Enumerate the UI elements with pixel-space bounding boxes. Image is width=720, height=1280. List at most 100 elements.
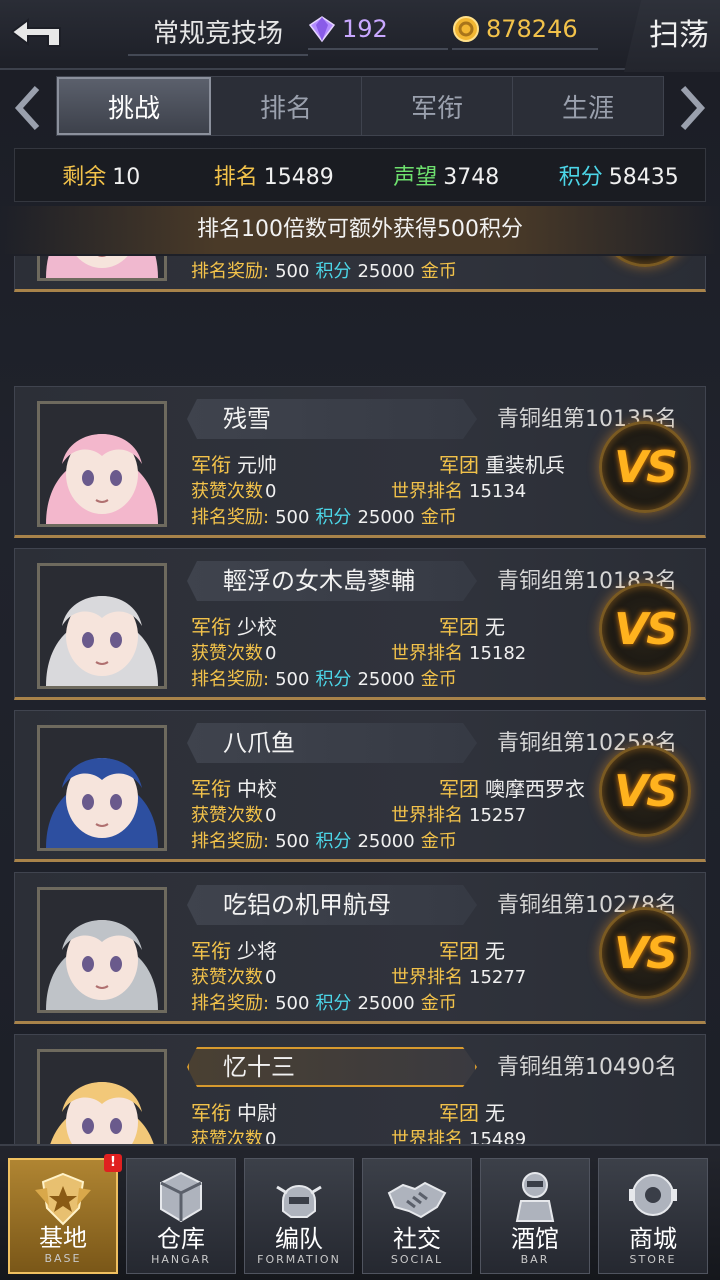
tab-prev-arrow[interactable]: [4, 82, 52, 134]
world-rank-row: 世界排名 15257: [391, 801, 526, 827]
nav-sublabel: SOCIAL: [390, 1253, 444, 1266]
likes-label: 获赞次数: [191, 805, 263, 826]
rank-value: 15489: [263, 165, 334, 190]
stat-rank: 排名 15489: [188, 159, 361, 191]
nav-sublabel: HANGAR: [151, 1253, 211, 1266]
likes-label: 获赞次数: [191, 481, 263, 502]
bottom-nav: ! 基地 BASE 仓库 HANGAR 编队 FORMATION 社交 SOCI…: [0, 1144, 720, 1280]
tab-next-arrow[interactable]: [668, 82, 716, 134]
nav-bar[interactable]: 酒馆 BAR: [480, 1158, 590, 1274]
group-rank: 青铜组第10490名: [497, 1055, 677, 1080]
opponent-card[interactable]: 八爪鱼 青铜组第10258名 军衔 中校 军团 噢摩西罗衣 获赞次数 0 世界排名 15…: [14, 710, 706, 862]
world-rank-value: 15182: [469, 643, 527, 664]
opponent-card[interactable]: 忆十三 青铜组第10490名 军衔 中尉 军团无 获赞次数 0 世界排名 15489 …: [14, 1034, 706, 1144]
reward-gold-value: 25000: [357, 993, 415, 1014]
stat-remaining: 剩余 10: [15, 159, 188, 191]
legion-value: 无: [485, 1101, 505, 1125]
reward-gold-value: 25000: [357, 261, 415, 282]
opponent-card[interactable]: 残雪 青铜组第10135名 军衔 元帅 军团 重装机兵 获赞次数 0 世界排名 1513…: [14, 386, 706, 538]
rank-title-label: 军衔: [191, 615, 231, 639]
likes-label: 获赞次数: [191, 643, 263, 664]
likes-row: 获赞次数0: [191, 963, 276, 989]
likes-row: 获赞次数0: [191, 639, 276, 665]
vs-challenge-button[interactable]: VS: [599, 421, 691, 513]
legion-row: 军团无: [439, 611, 505, 640]
back-arrow-icon: [10, 18, 61, 47]
opponent-portrait: [37, 887, 167, 1013]
formation-helmet-icon: [276, 1185, 322, 1218]
rank-title-label: 军衔: [191, 1101, 231, 1125]
opponent-name: 八爪鱼: [223, 729, 295, 757]
reward-row: 排名奖励: 500 积分 25000 金币: [191, 503, 463, 529]
rank-title-label: 军衔: [191, 453, 231, 477]
gold-coin-icon: [453, 16, 479, 42]
bonus-banner: 排名100倍数可额外获得500积分: [0, 206, 720, 254]
opponent-portrait: [37, 401, 167, 527]
reward-points-value: 500: [275, 669, 310, 690]
likes-row: 获赞次数0: [191, 801, 276, 827]
nav-label: 酒馆: [511, 1225, 559, 1253]
world-rank-row: 世界排名 15277: [391, 963, 526, 989]
back-button[interactable]: [0, 0, 72, 68]
legion-value: 重装机兵: [485, 453, 565, 477]
notification-badge: !: [104, 1154, 122, 1172]
reward-row: 排名奖励: 500 积分 25000 金币: [191, 257, 463, 283]
opponent-card[interactable]: 吃铝の机甲航母 青铜组第10278名 军衔 少将 军团无 获赞次数 0 世界排名 15…: [14, 872, 706, 1024]
rank-title-value: 少将: [237, 939, 277, 963]
likes-value: 0: [265, 805, 277, 826]
remaining-value: 10: [112, 165, 141, 190]
world-rank-value: 15277: [469, 967, 527, 988]
reward-gold-label: 金币: [420, 261, 457, 282]
reward-gold-value: 25000: [357, 831, 415, 852]
rank-title-label: 军衔: [191, 777, 231, 801]
world-rank-value: 15489: [469, 1129, 527, 1144]
sweep-button[interactable]: 扫荡: [624, 0, 720, 72]
vs-challenge-button[interactable]: VS: [599, 256, 691, 267]
nav-hangar[interactable]: 仓库 HANGAR: [126, 1158, 236, 1274]
vs-challenge-button[interactable]: VS: [599, 745, 691, 837]
stats-bar: 剩余 10 排名 15489 声望 3748 积分 58435: [14, 148, 706, 202]
opponent-portrait: [37, 1049, 167, 1144]
legion-label: 军团: [439, 1101, 479, 1125]
nav-sublabel: STORE: [629, 1253, 677, 1266]
opponent-list[interactable]: 军衔元帅 军团失落之地 获赞次数0 世界排名14926 排名奖励:500积分25…: [0, 256, 720, 1144]
fame-label: 声望: [393, 165, 438, 190]
legion-row: 军团 重装机兵: [439, 449, 565, 478]
world-rank-row: 世界排名 15134: [391, 477, 526, 503]
world-rank-row: 世界排名 15182: [391, 639, 526, 665]
tab-military-rank[interactable]: 军衔: [362, 77, 513, 135]
reward-points-label: 积分: [315, 507, 352, 528]
legion-label: 军团: [439, 453, 479, 477]
likes-value: 0: [265, 481, 277, 502]
nav-label: 仓库: [157, 1225, 205, 1253]
reward-row: 排名奖励: 500 积分 25000 金币: [191, 665, 463, 691]
nav-store[interactable]: 商城 STORE: [598, 1158, 708, 1274]
portrait-avatar-icon: [40, 728, 164, 848]
rank-title-row: 军衔 元帅: [191, 449, 277, 478]
portrait-avatar-icon: [40, 890, 164, 1010]
reward-gold-value: 25000: [357, 669, 415, 690]
reward-row: 排名奖励: 500 积分 25000 金币: [191, 989, 463, 1015]
nav-sublabel: FORMATION: [257, 1253, 341, 1266]
nav-formation[interactable]: 编队 FORMATION: [244, 1158, 354, 1274]
vs-challenge-button[interactable]: VS: [599, 907, 691, 999]
tab-career[interactable]: 生涯: [513, 77, 663, 135]
page-title: 常规竞技场: [128, 12, 308, 56]
vs-label: VS: [614, 441, 678, 493]
vs-challenge-button[interactable]: VS: [599, 583, 691, 675]
nav-label: 编队: [275, 1225, 323, 1253]
world-rank-label: 世界排名: [391, 481, 463, 502]
opponent-card[interactable]: 军衔元帅 军团失落之地 获赞次数0 世界排名14926 排名奖励:500积分25…: [14, 256, 706, 292]
legion-label: 军团: [439, 939, 479, 963]
nav-base[interactable]: ! 基地 BASE: [8, 1154, 122, 1274]
likes-row: 获赞次数0: [191, 1125, 276, 1144]
tab-challenge[interactable]: 挑战: [57, 77, 211, 135]
nav-social[interactable]: 社交 SOCIAL: [362, 1158, 472, 1274]
portrait-avatar-icon: [40, 1052, 164, 1144]
opponent-card[interactable]: 輕浮の女木島蓼輔 青铜组第10183名 军衔 少校 军团无 获赞次数 0 世界排名 1…: [14, 548, 706, 700]
gold-counter: 878246: [452, 10, 598, 50]
likes-value: 0: [265, 643, 277, 664]
world-rank-row: 世界排名 15489: [391, 1125, 526, 1144]
tab-ranking[interactable]: 排名: [211, 77, 362, 135]
legion-row: 军团无: [439, 935, 505, 964]
